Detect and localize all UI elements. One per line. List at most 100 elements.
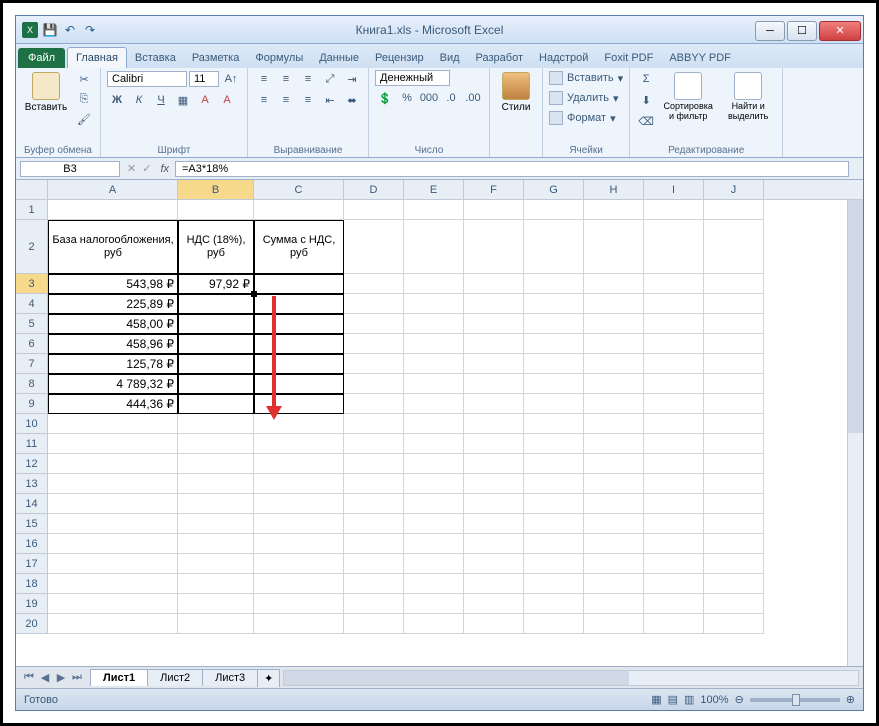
cell[interactable] xyxy=(704,334,764,354)
row-header[interactable]: 4 xyxy=(16,294,47,314)
font-name-select[interactable]: Calibri xyxy=(107,71,187,87)
font-size-select[interactable]: 11 xyxy=(189,71,219,87)
tab-data[interactable]: Данные xyxy=(311,48,367,68)
decimal-dec-icon[interactable]: .00 xyxy=(463,89,483,107)
cell[interactable]: 444,36 ₽ xyxy=(48,394,178,414)
cell[interactable] xyxy=(524,294,584,314)
cell[interactable] xyxy=(464,594,524,614)
fill-handle[interactable] xyxy=(251,291,257,297)
tab-home[interactable]: Главная xyxy=(67,47,127,68)
cell[interactable] xyxy=(584,374,644,394)
zoom-level[interactable]: 100% xyxy=(700,694,728,706)
cell[interactable] xyxy=(254,394,344,414)
cell[interactable] xyxy=(704,354,764,374)
col-header[interactable]: H xyxy=(584,180,644,199)
increase-font-icon[interactable]: A↑ xyxy=(221,70,241,88)
cell[interactable] xyxy=(344,594,404,614)
cell[interactable] xyxy=(254,574,344,594)
sheet-nav-next-icon[interactable]: ▶ xyxy=(54,671,68,685)
cell[interactable] xyxy=(344,314,404,334)
row-header[interactable]: 11 xyxy=(16,434,47,454)
format-painter-icon[interactable]: 🖌 xyxy=(74,110,94,128)
zoom-in-button[interactable]: ⊕ xyxy=(846,693,855,706)
cell[interactable] xyxy=(178,454,254,474)
wrap-text-icon[interactable]: ⇥ xyxy=(342,70,362,88)
cell[interactable] xyxy=(464,200,524,220)
col-header[interactable]: F xyxy=(464,180,524,199)
paste-button[interactable]: Вставить xyxy=(22,70,70,115)
row-header[interactable]: 16 xyxy=(16,534,47,554)
col-header[interactable]: G xyxy=(524,180,584,199)
row-header[interactable]: 7 xyxy=(16,354,47,374)
cell[interactable] xyxy=(178,554,254,574)
cell[interactable] xyxy=(644,494,704,514)
cell[interactable] xyxy=(644,534,704,554)
currency-icon[interactable]: 💲 xyxy=(375,89,395,107)
minimize-button[interactable]: ─ xyxy=(755,21,785,41)
fx-icon[interactable]: fx xyxy=(160,163,169,175)
cell[interactable] xyxy=(644,614,704,634)
cell[interactable] xyxy=(404,574,464,594)
cell[interactable] xyxy=(584,554,644,574)
cell[interactable] xyxy=(254,614,344,634)
cell[interactable] xyxy=(254,294,344,314)
cell[interactable] xyxy=(48,574,178,594)
cell[interactable] xyxy=(344,374,404,394)
row-header[interactable]: 1 xyxy=(16,200,47,220)
align-bottom-icon[interactable]: ≡ xyxy=(298,70,318,88)
cell[interactable] xyxy=(178,314,254,334)
cell[interactable]: 458,96 ₽ xyxy=(48,334,178,354)
cell[interactable]: База налогообложения, руб xyxy=(48,220,178,274)
cell[interactable] xyxy=(644,454,704,474)
cell[interactable] xyxy=(404,594,464,614)
cell[interactable] xyxy=(584,434,644,454)
cell[interactable] xyxy=(644,334,704,354)
cell[interactable] xyxy=(644,514,704,534)
col-header[interactable]: C xyxy=(254,180,344,199)
cell[interactable] xyxy=(404,474,464,494)
cell[interactable] xyxy=(464,334,524,354)
cell[interactable] xyxy=(254,334,344,354)
undo-icon[interactable]: ↶ xyxy=(62,22,78,38)
align-right-icon[interactable]: ≡ xyxy=(298,91,318,109)
cell[interactable] xyxy=(464,514,524,534)
cell[interactable] xyxy=(584,274,644,294)
find-select-button[interactable]: Найти и выделить xyxy=(720,70,776,124)
view-normal-icon[interactable]: ▦ xyxy=(651,693,661,706)
cell[interactable] xyxy=(524,554,584,574)
cell[interactable] xyxy=(404,314,464,334)
cell[interactable] xyxy=(524,334,584,354)
cell[interactable] xyxy=(584,354,644,374)
tab-formulas[interactable]: Формулы xyxy=(247,48,311,68)
fill-color-icon[interactable]: A xyxy=(195,91,215,109)
cell[interactable] xyxy=(644,220,704,274)
cell[interactable] xyxy=(404,534,464,554)
cell[interactable] xyxy=(584,294,644,314)
decimal-inc-icon[interactable]: .0 xyxy=(441,89,461,107)
sheet-tab[interactable]: Лист2 xyxy=(147,669,203,686)
cell[interactable] xyxy=(644,474,704,494)
cell[interactable] xyxy=(524,454,584,474)
cell[interactable] xyxy=(584,614,644,634)
view-pagebreak-icon[interactable]: ▥ xyxy=(684,693,694,706)
cell[interactable] xyxy=(644,200,704,220)
cell[interactable] xyxy=(48,434,178,454)
cell[interactable] xyxy=(178,334,254,354)
cell[interactable] xyxy=(404,554,464,574)
cell[interactable] xyxy=(48,594,178,614)
cell[interactable] xyxy=(524,594,584,614)
cell[interactable] xyxy=(704,414,764,434)
cell[interactable] xyxy=(524,374,584,394)
cell[interactable] xyxy=(178,434,254,454)
row-header[interactable]: 18 xyxy=(16,574,47,594)
row-header[interactable]: 10 xyxy=(16,414,47,434)
cell[interactable] xyxy=(704,220,764,274)
cell[interactable] xyxy=(584,414,644,434)
view-layout-icon[interactable]: ▤ xyxy=(668,693,678,706)
orientation-icon[interactable]: ⤢ xyxy=(320,70,340,88)
merge-icon[interactable]: ⬌ xyxy=(342,91,362,109)
cell[interactable] xyxy=(584,494,644,514)
cell[interactable] xyxy=(48,614,178,634)
cell[interactable] xyxy=(524,574,584,594)
cell[interactable] xyxy=(178,474,254,494)
